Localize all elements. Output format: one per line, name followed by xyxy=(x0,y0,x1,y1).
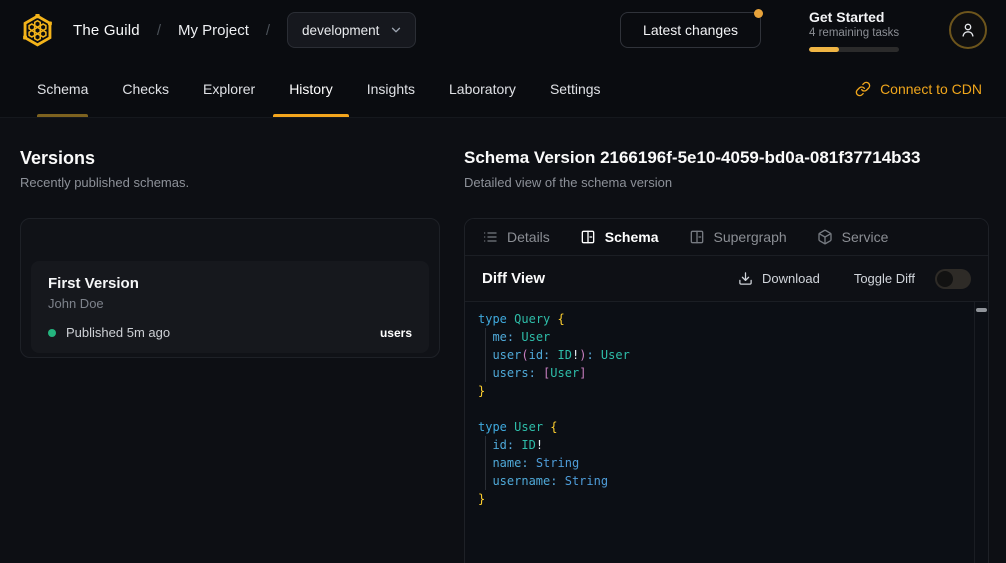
nav-tab-checks[interactable]: Checks xyxy=(106,60,185,117)
box-icon xyxy=(817,229,833,245)
version-name: First Version xyxy=(48,274,412,293)
versions-subtitle: Recently published schemas. xyxy=(20,175,440,191)
nav-tab-history[interactable]: History xyxy=(273,60,349,117)
indent-guide xyxy=(485,328,486,382)
download-label: Download xyxy=(762,271,820,286)
tab-schema-label: Schema xyxy=(605,229,659,245)
schema-code-viewer[interactable]: type Query { me: User user(id: ID!): Use… xyxy=(465,302,988,563)
versions-card: First Version John Doe Published 5m ago … xyxy=(20,218,440,358)
tab-schema[interactable]: Schema xyxy=(580,229,659,245)
primary-nav-tabs: Schema Checks Explorer History Insights … xyxy=(20,60,618,117)
get-started-progress-fill xyxy=(809,47,839,52)
scrollbar-thumb[interactable] xyxy=(976,308,987,312)
service-name-badge: users xyxy=(380,326,412,340)
schema-version-subtitle: Detailed view of the schema version xyxy=(464,175,989,191)
diff-view-header: Diff View Download Toggle Diff xyxy=(465,256,988,302)
versions-title: Versions xyxy=(20,147,440,169)
version-status: Published 5m ago xyxy=(66,325,170,340)
nav-tab-settings[interactable]: Settings xyxy=(534,60,617,117)
toggle-diff-label: Toggle Diff xyxy=(854,271,915,286)
version-list-item[interactable]: First Version John Doe Published 5m ago … xyxy=(31,261,429,353)
schema-version-panel: Schema Version 2166196f-5e10-4059-bd0a-0… xyxy=(464,147,989,563)
tab-service-label: Service xyxy=(842,229,889,245)
download-button[interactable]: Download xyxy=(728,265,830,292)
notification-dot xyxy=(754,9,763,18)
schema-detail-card: Details Schema Supergraph xyxy=(464,218,989,563)
chevron-down-icon xyxy=(389,23,403,37)
latest-changes-button[interactable]: Latest changes xyxy=(620,12,761,48)
org-breadcrumb[interactable]: The Guild xyxy=(73,22,140,39)
version-author: John Doe xyxy=(48,296,412,311)
get-started-title: Get Started xyxy=(809,9,901,26)
target-selector-value: development xyxy=(302,23,379,38)
published-status-dot xyxy=(48,329,56,337)
link-icon xyxy=(855,81,871,97)
breadcrumb-separator: / xyxy=(157,22,161,39)
code-line: } xyxy=(478,490,962,508)
code-line: } xyxy=(478,382,962,400)
graphql-code-block: type Query { me: User user(id: ID!): Use… xyxy=(465,302,988,516)
person-icon xyxy=(959,21,977,39)
breadcrumb-separator: / xyxy=(266,22,270,39)
code-line: id: ID! xyxy=(478,436,962,454)
main-content: Versions Recently published schemas. Fir… xyxy=(0,118,1006,563)
tab-supergraph[interactable]: Supergraph xyxy=(689,229,787,245)
primary-nav: Schema Checks Explorer History Insights … xyxy=(0,60,1006,118)
get-started-subtitle: 4 remaining tasks xyxy=(809,26,901,41)
code-line: type User { xyxy=(478,418,962,436)
tab-supergraph-label: Supergraph xyxy=(714,229,787,245)
nav-tab-insights[interactable]: Insights xyxy=(351,60,431,117)
nav-tab-laboratory[interactable]: Laboratory xyxy=(433,60,532,117)
scrollbar-track xyxy=(974,302,975,563)
code-line: name: String xyxy=(478,454,962,472)
schema-version-title: Schema Version 2166196f-5e10-4059-bd0a-0… xyxy=(464,147,989,169)
tab-details-label: Details xyxy=(507,229,550,245)
list-icon xyxy=(482,229,498,245)
columns-icon xyxy=(580,229,596,245)
toggle-diff-knob xyxy=(937,271,953,287)
indent-guide xyxy=(485,436,486,490)
user-avatar[interactable] xyxy=(949,11,987,49)
diff-view-title: Diff View xyxy=(482,270,545,287)
tab-service[interactable]: Service xyxy=(817,229,889,245)
connect-to-cdn-link[interactable]: Connect to CDN xyxy=(855,60,982,117)
get-started-widget[interactable]: Get Started 4 remaining tasks xyxy=(809,9,901,52)
target-selector[interactable]: development xyxy=(287,12,416,48)
connect-to-cdn-label: Connect to CDN xyxy=(880,81,982,97)
get-started-progressbar xyxy=(809,47,899,52)
nav-tab-explorer[interactable]: Explorer xyxy=(187,60,271,117)
guild-logo-icon[interactable] xyxy=(19,12,56,49)
code-line: type Query { xyxy=(478,310,962,328)
tab-details[interactable]: Details xyxy=(482,229,550,245)
nav-tab-schema[interactable]: Schema xyxy=(21,60,104,117)
code-line: me: User xyxy=(478,328,962,346)
code-line xyxy=(478,400,962,418)
app-header: The Guild / My Project / development Lat… xyxy=(0,0,1006,60)
columns-icon xyxy=(689,229,705,245)
download-icon xyxy=(738,271,753,286)
code-line: user(id: ID!): User xyxy=(478,346,962,364)
project-breadcrumb[interactable]: My Project xyxy=(178,22,249,39)
code-line: users: [User] xyxy=(478,364,962,382)
toggle-diff-switch[interactable] xyxy=(935,269,971,289)
schema-detail-tabs: Details Schema Supergraph xyxy=(465,219,988,256)
latest-changes-label: Latest changes xyxy=(643,22,738,38)
code-line: username: String xyxy=(478,472,962,490)
versions-panel: Versions Recently published schemas. Fir… xyxy=(20,147,440,563)
